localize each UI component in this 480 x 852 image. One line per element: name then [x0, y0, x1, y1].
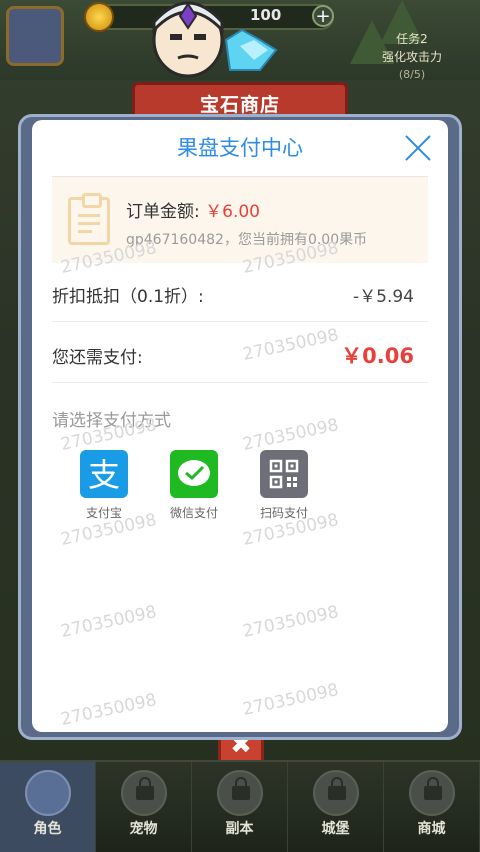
nav-item-castle[interactable]: 城堡 — [288, 762, 384, 852]
dungeon-icon — [216, 770, 263, 816]
nav-label: 宠物 — [129, 821, 158, 837]
nav-label: 副本 — [225, 821, 254, 837]
mission-panel[interactable]: 任务2 强化攻击力 (8/5) — [352, 30, 472, 100]
nav-item-dungeon[interactable]: 副本 — [192, 762, 288, 852]
nav-label: 角色 — [33, 821, 62, 837]
mall-icon — [408, 770, 455, 816]
nav-item-mall[interactable]: 商城 — [384, 762, 480, 852]
coin-icon — [84, 2, 114, 32]
castle-icon — [312, 770, 359, 816]
qrcode-pay-option[interactable]: 扫码支付 — [244, 450, 324, 521]
mission-progress: (8/5) — [398, 68, 426, 81]
order-amount-value: ￥6.00 — [205, 202, 260, 222]
clipboard-icon — [68, 193, 110, 245]
mission-title: 任务2 — [396, 32, 428, 46]
watermark: 270350098 — [240, 680, 341, 720]
payment-dialog-title: 果盘支付中心 — [177, 136, 303, 160]
mission-desc: 强化攻击力 — [381, 50, 442, 64]
watermark: 270350098 — [240, 602, 341, 642]
lock-icon — [135, 777, 154, 800]
alipay-icon: 支 — [80, 450, 128, 498]
pet-icon — [120, 770, 167, 816]
watermark: 270350098 — [240, 415, 341, 455]
nav-item-pet[interactable]: 宠物 — [96, 762, 192, 852]
watermark: 270350098 — [58, 602, 159, 642]
wechat-pay-label: 微信支付 — [169, 506, 218, 520]
order-amount-label: 订单金额: — [126, 202, 200, 222]
payment-dialog: 果盘支付中心 订单金额: ￥6.00 gp467160482，您当前拥有0.00… — [32, 120, 448, 732]
hero-character — [152, 1, 278, 78]
lock-icon — [327, 777, 346, 800]
nav-label: 城堡 — [321, 821, 350, 837]
wechat-icon — [170, 450, 218, 498]
close-icon[interactable] — [404, 134, 432, 162]
discount-label: 折扣抵扣（0.1折）: — [52, 287, 204, 307]
discount-value: -￥5.94 — [353, 287, 414, 307]
nav-label: 商城 — [417, 821, 446, 837]
lock-icon — [423, 777, 442, 800]
remaining-label: 您还需支付: — [52, 348, 143, 368]
order-amount-row: 订单金额: ￥6.00 — [126, 197, 260, 222]
discount-row: 折扣抵扣（0.1折）: -￥5.94 — [52, 264, 428, 322]
player-avatar[interactable] — [6, 6, 64, 66]
svg-text:支: 支 — [88, 456, 120, 494]
wechat-pay-option[interactable]: 微信支付 — [154, 450, 234, 521]
add-coins-button[interactable]: + — [312, 5, 334, 27]
nav-item-character[interactable]: 角色 — [0, 762, 96, 852]
watermark: 270350098 — [58, 690, 159, 730]
remaining-row: 您还需支付: ￥0.06 — [52, 325, 428, 383]
lock-icon — [231, 777, 250, 800]
bottom-nav: 角色 宠物 副本 城堡 商城 — [0, 760, 480, 852]
alipay-option[interactable]: 支 支付宝 — [64, 450, 144, 521]
remaining-value: ￥0.06 — [341, 344, 414, 368]
qrcode-icon — [260, 450, 308, 498]
character-icon — [24, 770, 71, 816]
